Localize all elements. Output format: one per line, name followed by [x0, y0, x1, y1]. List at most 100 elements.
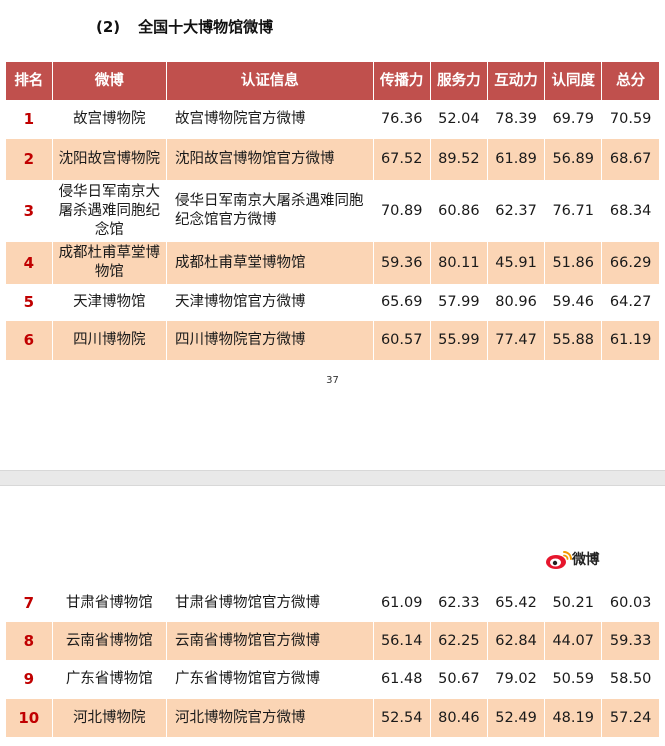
total-score-cell: 68.34	[609, 202, 652, 219]
cert-info-cell: 侵华日军南京大屠杀遇难同胞纪念馆官方微博	[166, 180, 374, 242]
spread-score-cell: 61.48	[373, 660, 431, 699]
recognition-score-cell: 44.07	[544, 622, 603, 660]
recognition-score-cell: 50.59	[544, 660, 603, 699]
spread-score-cell: 60.57	[373, 321, 431, 360]
rank-cell: 5	[6, 284, 53, 321]
table-row: 3 侵华日军南京大屠杀遇难同胞纪念馆 侵华日军南京大屠杀遇难同胞纪念馆官方微博 70.…	[6, 180, 659, 242]
recognition-score-cell: 51.86	[544, 242, 603, 284]
recognition-score-cell: 50.21	[544, 584, 603, 622]
interaction-score-cell: 62.84	[487, 622, 546, 660]
weibo-name-cell: 甘肃省博物馆	[52, 584, 167, 622]
cert-info-cell: 云南省博物馆官方微博	[166, 622, 374, 660]
weibo-logo: 微博	[545, 546, 609, 572]
service-score-cell: 80.11	[430, 242, 488, 284]
recognition-score-cell: 76.71	[544, 180, 603, 242]
cert-info-cell: 成都杜甫草堂博物馆	[166, 242, 374, 284]
interaction-score-cell: 77.47	[487, 321, 546, 360]
rank-cell: 10	[6, 699, 53, 737]
cert-info-cell: 甘肃省博物馆官方微博	[166, 584, 374, 622]
weibo-name-cell: 成都杜甫草堂博物馆	[52, 242, 167, 284]
table-row: 10 河北博物院 河北博物院官方微博 52.54 80.46 52.49 48.19 57.2…	[6, 699, 659, 737]
total-score-cell: 61.19	[601, 321, 659, 360]
weibo-name-cell: 云南省博物馆	[52, 622, 167, 660]
cert-info-cell: 广东省博物馆官方微博	[166, 660, 374, 699]
header-interaction: 互动力	[487, 62, 546, 100]
recognition-score-cell: 59.46	[544, 284, 603, 321]
spread-score-cell: 65.69	[373, 284, 431, 321]
header-weibo: 微博	[52, 62, 167, 100]
spread-score-cell: 52.54	[373, 699, 431, 737]
total-score-cell: 66.29	[601, 242, 659, 284]
weibo-name-cell: 四川博物院	[52, 321, 167, 360]
header-total: 总分	[601, 62, 659, 100]
cert-info-cell: 河北博物院官方微博	[166, 699, 374, 737]
spread-score-cell: 70.89	[373, 180, 431, 242]
interaction-score-cell: 61.89	[487, 139, 546, 180]
table-row: 2 沈阳故宫博物院 沈阳故宫博物馆官方微博 67.52 89.52 61.89 56.89 6…	[6, 139, 659, 180]
section-title: (2) 全国十大博物馆微博	[96, 16, 273, 37]
table-row: 5 天津博物馆 天津博物馆官方微博 65.69 57.99 80.96 59.46 64.27	[6, 284, 659, 321]
total-score-cell: 57.24	[601, 699, 659, 737]
weibo-name-cell: 河北博物院	[52, 699, 167, 737]
spread-score-cell: 61.09	[373, 584, 431, 622]
table-row: 1 故宫博物院 故宫博物院官方微博 76.36 52.04 78.39 69.79 70.59	[6, 100, 659, 139]
interaction-score-cell: 52.49	[487, 699, 546, 737]
service-score-cell: 50.67	[430, 660, 488, 699]
ranking-table-part2: 7 甘肃省博物馆 甘肃省博物馆官方微博 61.09 62.33 65.42 50.21 60.…	[6, 584, 659, 737]
table-header-row: 排名 微博 认证信息 传播力 服务力 互动力 认同度 总分	[6, 62, 659, 100]
header-spread: 传播力	[373, 62, 431, 100]
table-row: 8 云南省博物馆 云南省博物馆官方微博 56.14 62.25 62.84 44.07 59.…	[6, 622, 659, 660]
total-score-cell: 68.67	[601, 139, 659, 180]
weibo-name-cell: 故宫博物院	[52, 100, 167, 139]
spread-score-cell: 56.14	[373, 622, 431, 660]
interaction-score-cell: 80.96	[487, 284, 546, 321]
service-score-cell: 62.33	[430, 584, 488, 622]
recognition-score-cell: 55.88	[544, 321, 603, 360]
service-score-cell: 52.04	[430, 100, 488, 139]
page-top: (2) 全国十大博物馆微博 排名 微博 认证信息 传播力 服务力 互动力 认同度 …	[0, 0, 665, 470]
total-score-cell: 60.03	[609, 594, 652, 611]
service-score-cell: 80.46	[430, 699, 488, 737]
service-score-cell: 62.25	[430, 622, 488, 660]
weibo-name-cell: 侵华日军南京大屠杀遇难同胞纪念馆	[52, 180, 167, 242]
rank-cell: 9	[6, 660, 53, 699]
cert-info-cell: 四川博物院官方微博	[166, 321, 374, 360]
cert-info-cell: 沈阳故宫博物馆官方微博	[166, 139, 374, 180]
interaction-score-cell: 78.39	[487, 100, 546, 139]
table-row: 9 广东省博物馆 广东省博物馆官方微博 61.48 50.67 79.02 50.59 58.…	[6, 660, 659, 699]
table-row: 6 四川博物院 四川博物院官方微博 60.57 55.99 77.47 55.88 61.19	[6, 321, 659, 360]
interaction-score-cell: 62.37	[487, 180, 546, 242]
header-recognition: 认同度	[544, 62, 603, 100]
service-score-cell: 57.99	[430, 284, 488, 321]
weibo-name-cell: 沈阳故宫博物院	[52, 139, 167, 180]
weibo-name-cell: 天津博物馆	[52, 284, 167, 321]
recognition-score-cell: 56.89	[544, 139, 603, 180]
service-score-cell: 55.99	[430, 321, 488, 360]
total-score-cell: 70.59	[609, 111, 652, 127]
weibo-name-cell: 广东省博物馆	[52, 660, 167, 699]
table-row: 4 成都杜甫草堂博物馆 成都杜甫草堂博物馆 59.36 80.11 45.91 51.86 6…	[6, 242, 659, 284]
spread-score-cell: 76.36	[373, 100, 431, 139]
table-row: 7 甘肃省博物馆 甘肃省博物馆官方微博 61.09 62.33 65.42 50.21 60.…	[6, 584, 659, 622]
interaction-score-cell: 45.91	[487, 242, 546, 284]
header-cert: 认证信息	[166, 62, 374, 100]
total-score-cell: 59.33	[601, 622, 659, 660]
interaction-score-cell: 65.42	[487, 584, 546, 622]
cert-info-cell: 天津博物馆官方微博	[166, 284, 374, 321]
header-service: 服务力	[430, 62, 488, 100]
total-score-cell: 64.27	[609, 294, 652, 310]
weibo-logo-text: 微博	[572, 552, 600, 568]
section-number: (2)	[96, 18, 121, 36]
ranking-table-part1: 排名 微博 认证信息 传播力 服务力 互动力 认同度 总分 1 故宫博物院 故宫博物…	[6, 62, 659, 360]
rank-cell: 3	[6, 180, 53, 242]
rank-cell: 7	[6, 584, 53, 622]
rank-cell: 6	[6, 321, 53, 360]
interaction-score-cell: 79.02	[487, 660, 546, 699]
spread-score-cell: 59.36	[373, 242, 431, 284]
cert-info-cell: 故宫博物院官方微博	[166, 100, 374, 139]
section-title-text: 全国十大博物馆微博	[138, 18, 274, 36]
rank-cell: 4	[6, 242, 53, 284]
spread-score-cell: 67.52	[373, 139, 431, 180]
header-rank: 排名	[6, 62, 53, 100]
rank-cell: 8	[6, 622, 53, 660]
